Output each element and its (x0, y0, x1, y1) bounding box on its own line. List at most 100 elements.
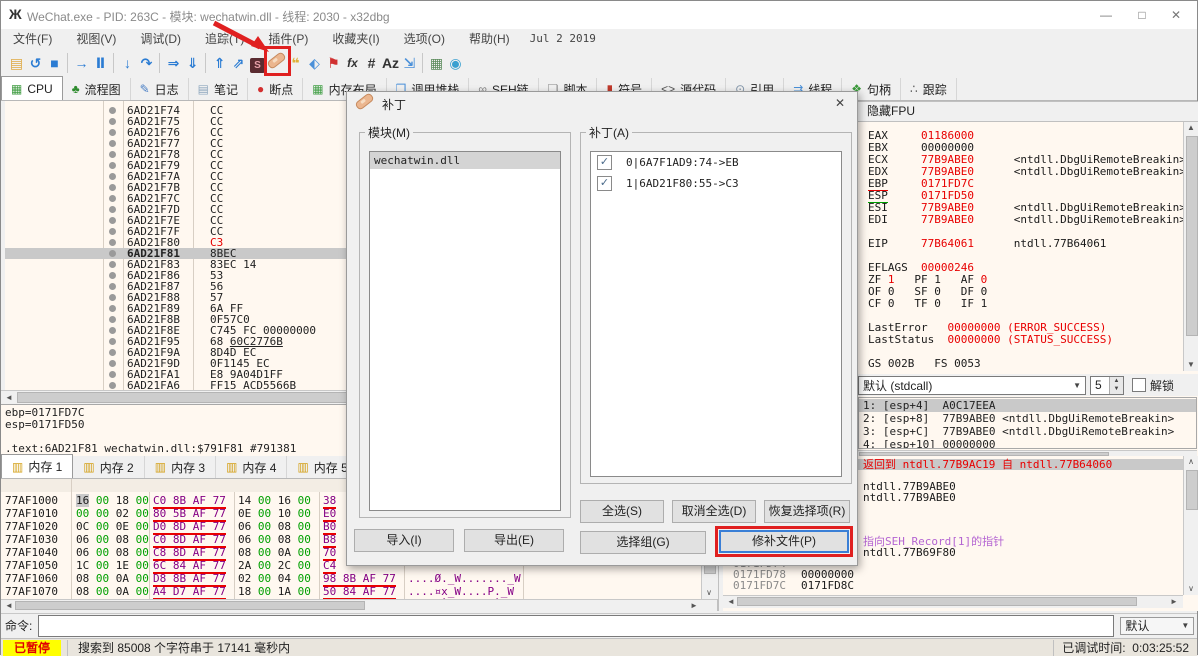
functions-icon[interactable]: fx (343, 51, 362, 75)
menu-item-1[interactable]: 视图(V) (64, 30, 128, 47)
select-all-button[interactable]: 全选(S) (580, 500, 664, 523)
stack-row[interactable]: 0171FD78 00000000 (723, 569, 1183, 580)
step-into-icon[interactable]: ↓ (118, 51, 137, 75)
tab-笔记[interactable]: ▤ 笔记 (189, 78, 249, 100)
breakpoint-dot-icon[interactable] (109, 360, 116, 367)
maximize-button[interactable]: □ (1127, 5, 1157, 25)
dump-hscrollbar[interactable]: ◄ ► (1, 599, 717, 612)
run-to-user-code-icon[interactable]: ⇗ (229, 51, 248, 75)
dump-tab-3[interactable]: ▥ 内存 3 (145, 456, 217, 478)
argument-row[interactable]: 2: [esp+8] 77B9ABE0 <ntdll.DbgUiRemoteBr… (863, 412, 1196, 425)
patch-checkbox[interactable]: ✓ (597, 176, 612, 191)
patch-item[interactable]: ✓ 0|6A7F1AD9:74->EB (591, 152, 841, 173)
hash-icon[interactable]: # (362, 51, 381, 75)
modules-list[interactable]: wechatwin.dll (369, 151, 561, 511)
registers-view[interactable]: EAX 01186000 EBX 00000000 ECX 77B9ABE0 <nt… (856, 122, 1183, 371)
breakpoint-dot-icon[interactable] (109, 107, 116, 114)
tab-日志[interactable]: ✎ 日志 (131, 78, 189, 100)
breakpoint-dot-icon[interactable] (109, 338, 116, 345)
breakpoint-dot-icon[interactable] (109, 305, 116, 312)
breakpoint-dot-icon[interactable] (109, 217, 116, 224)
run-icon[interactable]: → (72, 51, 91, 75)
menu-item-0[interactable]: 文件(F) (1, 30, 64, 47)
stop-icon[interactable]: ■ (45, 51, 64, 75)
labels-icon[interactable]: ⬖ (305, 51, 324, 75)
menu-item-4[interactable]: 插件(P) (256, 30, 320, 47)
breakpoint-dot-icon[interactable] (109, 162, 116, 169)
step-out-icon[interactable]: ⇓ (183, 51, 202, 75)
import-button[interactable]: 导入(I) (354, 529, 454, 552)
bookmarks-icon[interactable]: ⚑ (324, 51, 343, 75)
register-line[interactable]: GS 002B FS 0053 (868, 358, 981, 370)
calling-convention-select[interactable]: 默认 (stdcall) ▼ (858, 375, 1086, 395)
tab-流程图[interactable]: ♣ 流程图 (63, 78, 131, 100)
register-line[interactable]: LastStatus 00000000 (STATUS_SUCCESS) (868, 334, 1113, 346)
tab-跟踪[interactable]: ∴ 跟踪 (901, 78, 957, 100)
run-to-cursor-icon[interactable]: ⇒ (164, 51, 183, 75)
register-line[interactable]: EDI 77B9ABE0 <ntdll.DbgUiRemoteBreakin> (868, 214, 1183, 226)
breakpoint-dot-icon[interactable] (109, 239, 116, 246)
dump-tab-2[interactable]: ▥ 内存 2 (73, 456, 145, 478)
unlock-checkbox[interactable] (1132, 378, 1146, 392)
deselect-all-button[interactable]: 取消全选(D) (672, 500, 756, 523)
pause-icon[interactable]: Ⅱ (91, 51, 110, 75)
breakpoint-dot-icon[interactable] (109, 250, 116, 257)
spin-up-icon[interactable]: ▲ (1110, 376, 1123, 385)
breakpoint-dot-icon[interactable] (109, 195, 116, 202)
dump-row[interactable]: 77AF1070 08 00 0A 00 A4 D7 AF 77 18 00 1A 0… (1, 585, 701, 599)
tab-CPU[interactable]: ▦ CPU (1, 76, 63, 100)
registers-vscrollbar[interactable]: ▲ ▼ (1183, 122, 1198, 371)
register-line[interactable]: EIP 77B64061 ntdll.77B64061 (868, 238, 1106, 250)
argument-row[interactable]: 1: [esp+4] A0C17EEA (859, 399, 1196, 412)
breakpoint-dot-icon[interactable] (109, 228, 116, 235)
menu-item-2[interactable]: 调试(D) (128, 30, 193, 47)
patch-item[interactable]: ✓ 1|6AD21F80:55->C3 (591, 173, 841, 194)
breakpoint-dot-icon[interactable] (109, 316, 116, 323)
breakpoint-dot-icon[interactable] (109, 184, 116, 191)
execute-till-return-icon[interactable]: ⇑ (210, 51, 229, 75)
arguments-view[interactable]: 1: [esp+4] A0C17EEA 2: [esp+8] 77B9ABE0 <… (858, 397, 1197, 449)
select-group-button[interactable]: 选择组(G) (580, 531, 706, 554)
dump-row[interactable]: 77AF1060 08 00 0A 00 D8 8B AF 77 02 00 04 0… (1, 572, 701, 587)
patch-dialog-titlebar[interactable]: 补丁 ✕ (347, 91, 857, 116)
globe-icon[interactable]: ◉ (446, 51, 465, 75)
menu-item-7[interactable]: 帮助(H) (457, 30, 522, 47)
breakpoint-dot-icon[interactable] (109, 206, 116, 213)
dump-tab-4[interactable]: ▥ 内存 4 (216, 456, 288, 478)
breakpoint-dot-icon[interactable] (109, 118, 116, 125)
spin-down-icon[interactable]: ▼ (1110, 385, 1123, 394)
breakpoint-dot-icon[interactable] (109, 129, 116, 136)
breakpoint-dot-icon[interactable] (109, 349, 116, 356)
register-line[interactable]: CF 0 TF 0 IF 1 (868, 298, 987, 310)
open-file-icon[interactable]: ▤ (7, 51, 26, 75)
stack-hscrollbar[interactable]: ◄ ► (723, 595, 1183, 608)
hide-fpu-button[interactable]: 隐藏FPU (856, 101, 1198, 122)
breakpoint-dot-icon[interactable] (109, 371, 116, 378)
breakpoint-dot-icon[interactable] (109, 382, 116, 389)
attach-icon[interactable]: ⇲ (400, 51, 419, 75)
dump-tab-1[interactable]: ▥ 内存 1 (1, 454, 74, 478)
stack-row[interactable]: 0171FD7C 0171FD8C (723, 580, 1183, 591)
patch-checkbox[interactable]: ✓ (597, 155, 612, 170)
module-item[interactable]: wechatwin.dll (370, 152, 560, 169)
breakpoint-dot-icon[interactable] (109, 272, 116, 279)
argument-row[interactable]: 3: [esp+C] 77B9ABE0 <ntdll.DbgUiRemoteBr… (863, 425, 1196, 438)
breakpoint-dot-icon[interactable] (109, 151, 116, 158)
menu-item-3[interactable]: 追踪(T) (193, 30, 256, 47)
argument-row[interactable]: 4: [esp+10] 00000000 (863, 438, 1196, 448)
restore-selection-button[interactable]: 恢复选择项(R) (764, 500, 850, 523)
minimize-button[interactable]: — (1091, 5, 1121, 25)
breakpoint-dot-icon[interactable] (109, 173, 116, 180)
patch-file-button[interactable]: 修补文件(P) (719, 530, 849, 553)
breakpoint-dot-icon[interactable] (109, 327, 116, 334)
menu-item-5[interactable]: 收藏夹(I) (320, 30, 391, 47)
breakpoint-dot-icon[interactable] (109, 294, 116, 301)
step-over-icon[interactable]: ↷ (137, 51, 156, 75)
restart-icon[interactable]: ↺ (26, 51, 45, 75)
dialog-close-icon[interactable]: ✕ (831, 96, 849, 112)
breakpoint-dot-icon[interactable] (109, 261, 116, 268)
breakpoint-dot-icon[interactable] (109, 283, 116, 290)
command-mode-select[interactable]: 默认 ▼ (1120, 616, 1195, 635)
strings-az-icon[interactable]: Az (381, 51, 400, 75)
export-button[interactable]: 导出(E) (464, 529, 564, 552)
